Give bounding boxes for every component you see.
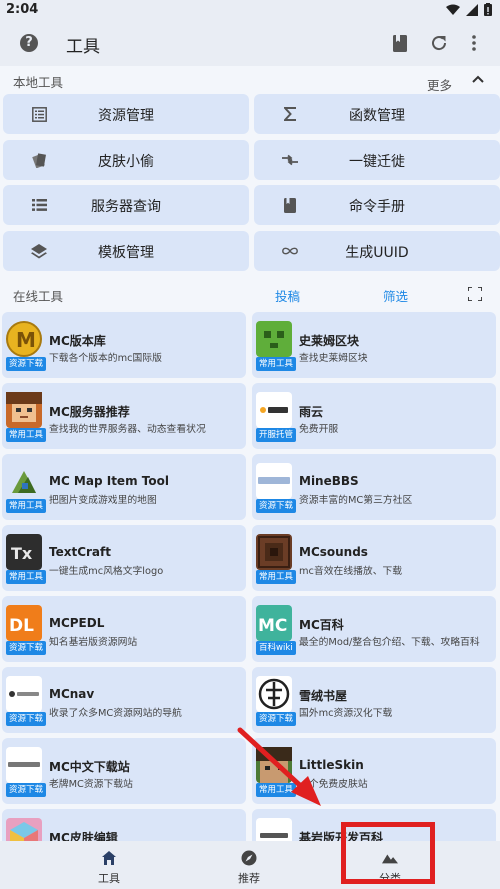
- annotation-highlight-box: [341, 822, 435, 884]
- annotation-arrow: [237, 727, 321, 806]
